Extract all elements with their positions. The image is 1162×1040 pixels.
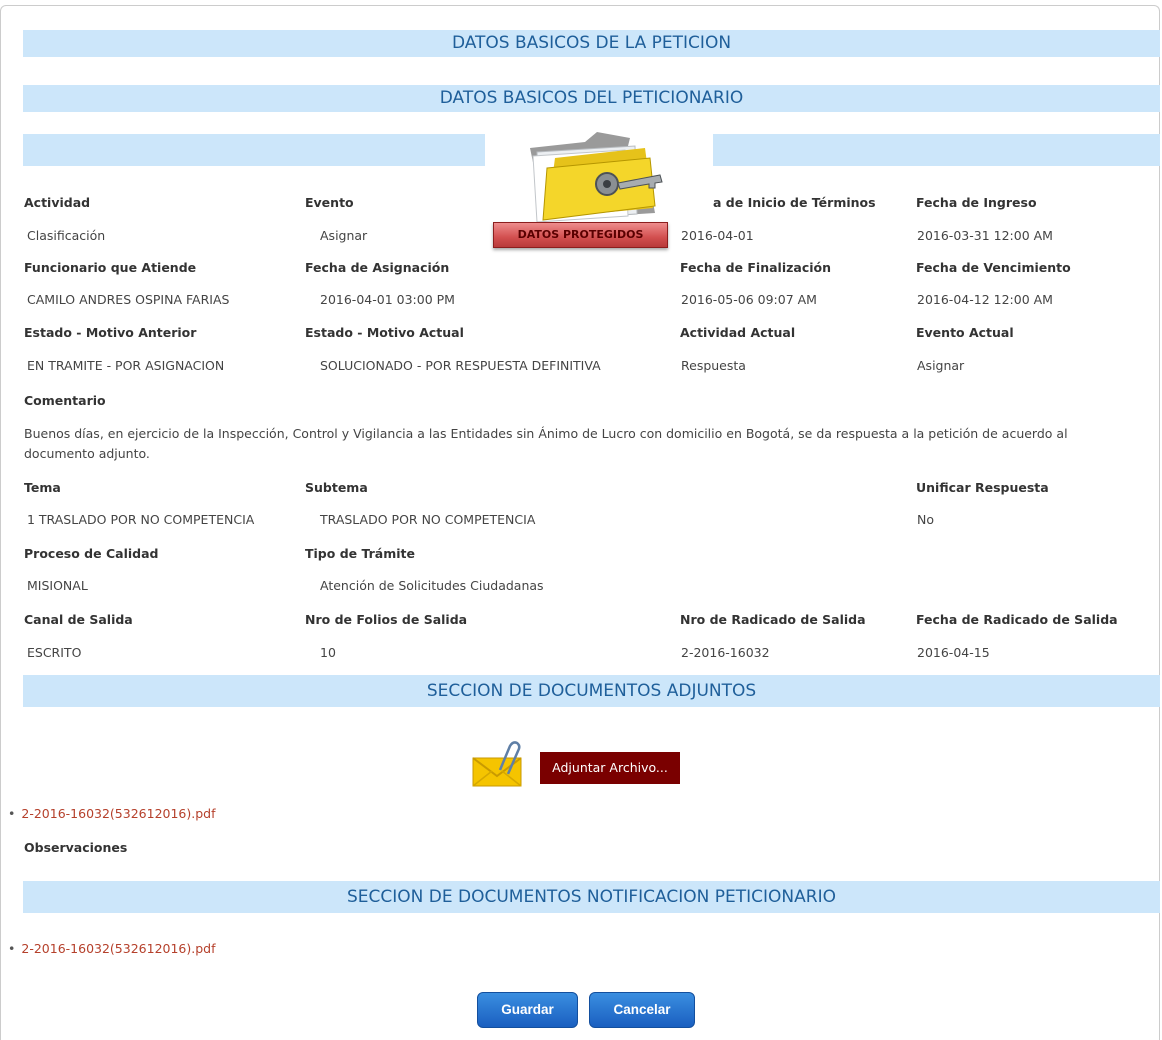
label-observaciones: Observaciones [24, 840, 128, 855]
value-evento-actual: Asignar [917, 358, 965, 373]
value-estado-actual: SOLUCIONADO - POR RESPUESTA DEFINITIVA [320, 358, 601, 373]
label-comentario: Comentario [24, 393, 106, 408]
section-header-peticion: DATOS BASICOS DE LA PETICION [23, 30, 1160, 57]
value-fecha-vencimiento: 2016-04-12 12:00 AM [917, 292, 1053, 307]
section-header-adjuntos: SECCION DE DOCUMENTOS ADJUNTOS [23, 675, 1160, 707]
value-subtema: TRASLADO POR NO COMPETENCIA [320, 512, 536, 527]
section-header-peticionario: DATOS BASICOS DEL PETICIONARIO [23, 85, 1160, 112]
value-fecha-finalizacion: 2016-05-06 09:07 AM [681, 292, 817, 307]
value-funcionario: CAMILO ANDRES OSPINA FARIAS [27, 292, 230, 307]
label-folios-salida: Nro de Folios de Salida [305, 612, 468, 627]
section-header-notificacion: SECCION DE DOCUMENTOS NOTIFICACION PETIC… [23, 881, 1160, 913]
save-button[interactable]: Guardar [477, 992, 578, 1028]
value-proceso: MISIONAL [27, 578, 88, 593]
value-fecha-asignacion: 2016-04-01 03:00 PM [320, 292, 455, 307]
label-proceso: Proceso de Calidad [24, 546, 159, 561]
value-evento: Asignar [320, 228, 368, 243]
value-tema: 1 TRASLADO POR NO COMPETENCIA [27, 512, 255, 527]
cancel-button[interactable]: Cancelar [589, 992, 695, 1028]
value-comentario: Buenos días, en ejercicio de la Inspecci… [24, 426, 1068, 461]
label-actividad: Actividad [24, 195, 91, 210]
label-fecha-vencimiento: Fecha de Vencimiento [916, 260, 1071, 275]
label-fecha-asignacion: Fecha de Asignación [305, 260, 450, 275]
label-estado-anterior: Estado - Motivo Anterior [24, 325, 197, 340]
value-actividad: Clasificación [27, 228, 106, 243]
value-unificar: No [917, 512, 934, 527]
label-actividad-actual: Actividad Actual [680, 325, 796, 340]
label-unificar: Unificar Respuesta [916, 480, 1049, 495]
value-actividad-actual: Respuesta [681, 358, 746, 373]
label-radicado-salida: Nro de Radicado de Salida [680, 612, 866, 627]
label-inicio-terminos: a de Inicio de Términos [713, 195, 876, 210]
attachment-link[interactable]: 2-2016-16032(532612016).pdf [8, 806, 215, 821]
label-estado-actual: Estado - Motivo Actual [305, 325, 464, 340]
value-radicado-salida: 2-2016-16032 [681, 645, 770, 660]
value-tipo-tramite: Atención de Solicitudes Ciudadanas [320, 578, 544, 593]
envelope-clip-icon[interactable] [470, 740, 526, 788]
label-subtema: Subtema [305, 480, 368, 495]
notification-document-link[interactable]: 2-2016-16032(532612016).pdf [8, 941, 215, 956]
label-evento-actual: Evento Actual [916, 325, 1014, 340]
value-estado-anterior: EN TRAMITE - POR ASIGNACION [27, 358, 225, 373]
value-folios-salida: 10 [320, 645, 336, 660]
label-canal-salida: Canal de Salida [24, 612, 133, 627]
value-inicio-terminos: 2016-04-01 [681, 228, 754, 243]
label-fecha-radicado-salida: Fecha de Radicado de Salida [916, 612, 1118, 627]
attach-file-button[interactable]: Adjuntar Archivo... [540, 752, 680, 784]
value-canal-salida: ESCRITO [27, 645, 82, 660]
protected-data-badge: DATOS PROTEGIDOS [493, 222, 668, 248]
value-fecha-ingreso: 2016-03-31 12:00 AM [917, 228, 1053, 243]
label-tipo-tramite: Tipo de Trámite [305, 546, 415, 561]
label-fecha-finalizacion: Fecha de Finalización [680, 260, 832, 275]
label-tema: Tema [24, 480, 61, 495]
label-funcionario: Funcionario que Atiende [24, 260, 197, 275]
value-fecha-radicado-salida: 2016-04-15 [917, 645, 990, 660]
label-evento: Evento [305, 195, 354, 210]
label-fecha-ingreso: Fecha de Ingreso [916, 195, 1037, 210]
